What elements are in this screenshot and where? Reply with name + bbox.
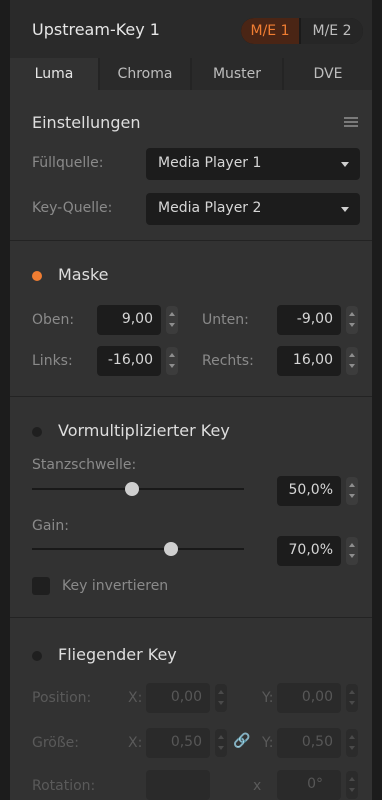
clip-slider-handle[interactable] [124,482,139,496]
gain-stepper[interactable] [346,537,358,565]
me-selector: M/E 1 M/E 2 [241,18,363,44]
mask-top-stepper[interactable] [166,306,178,334]
position-y-label: Y: [262,690,274,706]
tab-muster[interactable]: Muster [192,58,282,90]
size-y-input[interactable]: 0,50 [277,728,341,758]
position-x-value: 0,00 [170,689,202,705]
position-x-label: X: [128,690,143,706]
gain-slider[interactable] [32,542,244,556]
size-y-stepper[interactable] [346,729,358,757]
rotation-stepper[interactable] [346,771,358,799]
fill-source-dropdown[interactable]: Media Player 1 [146,148,360,180]
size-x-value: 0,50 [170,734,202,750]
fill-source-label: Füllquelle: [32,155,104,171]
key-source-value: Media Player 2 [158,200,262,216]
size-y-label: Y: [262,735,274,751]
panel-header: Upstream-Key 1 M/E 1 M/E 2 [10,0,372,58]
position-x-input[interactable]: 0,00 [146,683,210,713]
gain-value: 70,0% [288,542,333,558]
clip-input[interactable]: 50,0% [277,476,341,506]
size-x-input[interactable]: 0,50 [146,728,210,758]
gain-input[interactable]: 70,0% [277,536,341,566]
tab-luma[interactable]: Luma [10,58,98,90]
link-icon[interactable]: 🔗 [233,733,250,749]
premult-title: Vormultiplizierter Key [58,421,230,440]
fill-source-value: Media Player 1 [158,155,262,171]
mask-title: Maske [58,265,109,284]
mask-right-value: 16,00 [292,352,333,368]
tab-dve[interactable]: DVE [284,58,372,90]
key-source-dropdown[interactable]: Media Player 2 [146,193,360,225]
mask-right-label: Rechts: [202,353,254,369]
chevron-down-icon [341,207,349,212]
size-y-value: 0,50 [301,734,333,750]
divider [10,617,372,618]
panel-title: Upstream-Key 1 [32,20,160,39]
divider [10,240,372,241]
mask-bottom-stepper[interactable] [346,306,358,334]
size-x-label: X: [128,735,143,751]
settings-title: Einstellungen [32,113,141,132]
menu-icon[interactable] [344,117,358,127]
clip-label: Stanzschwelle: [32,457,137,473]
me2-button[interactable]: M/E 2 [301,18,363,44]
mask-bottom-input[interactable]: -9,00 [277,305,341,335]
rotation-label: Rotation: [32,778,96,794]
invert-key-checkbox[interactable] [32,577,50,595]
flying-key-toggle[interactable] [32,651,42,661]
mask-top-label: Oben: [32,312,75,328]
position-y-stepper[interactable] [346,684,358,712]
position-label: Position: [32,690,92,706]
chevron-down-icon [341,162,349,167]
mask-top-value: 9,00 [121,311,153,327]
mask-enable-toggle[interactable] [32,271,42,281]
mask-right-input[interactable]: 16,00 [277,346,341,376]
key-type-tabs: Luma Chroma Muster DVE [10,58,372,90]
mask-left-input[interactable]: -16,00 [97,346,161,376]
gain-slider-handle[interactable] [164,542,179,556]
size-x-stepper[interactable] [215,729,227,757]
mask-right-stepper[interactable] [346,347,358,375]
position-y-value: 0,00 [301,689,333,705]
rotation-input[interactable]: 0° [277,770,341,800]
mask-left-label: Links: [32,353,73,369]
tab-chroma[interactable]: Chroma [100,58,190,90]
clip-slider[interactable] [32,482,244,496]
size-label: Größe: [32,735,80,751]
upstream-key-panel: Upstream-Key 1 M/E 1 M/E 2 Luma Chroma M… [10,0,372,800]
position-x-stepper[interactable] [215,684,227,712]
invert-key-label: Key invertieren [62,578,169,594]
mask-left-stepper[interactable] [166,347,178,375]
mask-bottom-value: -9,00 [296,311,333,327]
position-y-input[interactable]: 0,00 [277,683,341,713]
rotation-preset-box[interactable] [146,770,210,800]
mask-top-input[interactable]: 9,00 [97,305,161,335]
rotation-value: 0° [307,776,323,792]
gain-label: Gain: [32,518,69,534]
flying-key-title: Fliegender Key [58,645,177,664]
key-source-label: Key-Quelle: [32,200,113,216]
rotation-x-label: x [253,778,262,794]
clip-stepper[interactable] [346,477,358,505]
divider [10,396,372,397]
mask-left-value: -16,00 [107,352,153,368]
premult-enable-toggle[interactable] [32,427,42,437]
clip-value: 50,0% [288,482,333,498]
mask-bottom-label: Unten: [202,312,249,328]
me1-button[interactable]: M/E 1 [241,18,299,44]
